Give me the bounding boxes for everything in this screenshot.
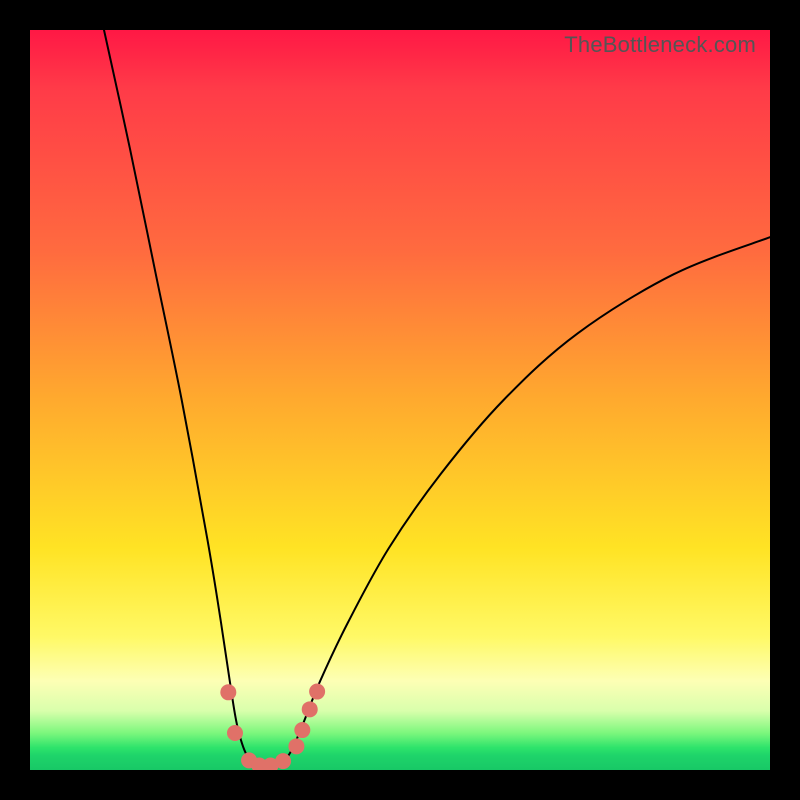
chart-frame: TheBottleneck.com: [0, 0, 800, 800]
curve-marker: [227, 725, 243, 741]
curve-marker: [275, 753, 291, 769]
curve-marker: [288, 738, 304, 754]
curve-marker: [309, 684, 325, 700]
bottleneck-curve: [104, 30, 770, 767]
curve-marker: [294, 722, 310, 738]
curve-layer: [30, 30, 770, 770]
plot-area: TheBottleneck.com: [30, 30, 770, 770]
curve-marker: [302, 701, 318, 717]
curve-marker: [220, 684, 236, 700]
curve-markers: [220, 684, 325, 770]
